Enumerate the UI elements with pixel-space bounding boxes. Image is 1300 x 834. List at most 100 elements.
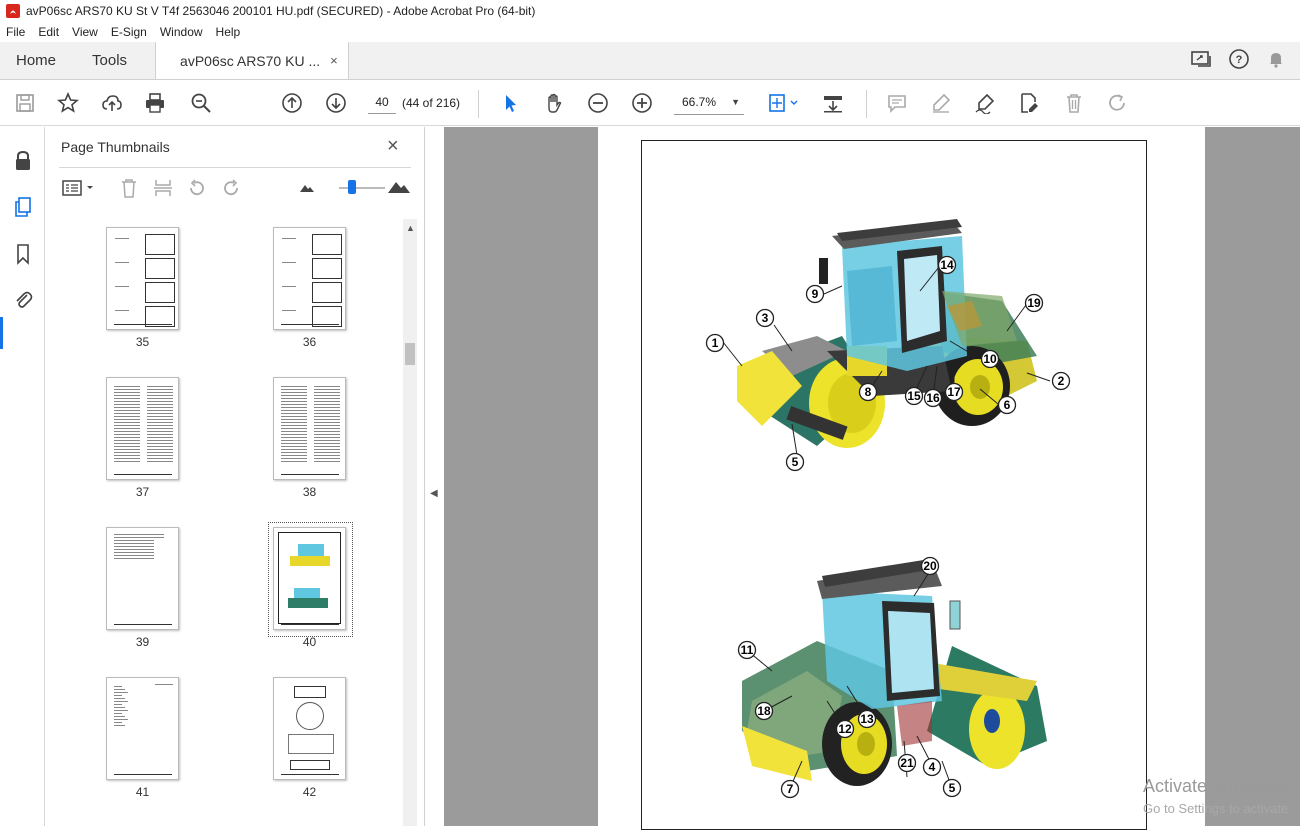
thumbnail-page-number: 36 — [302, 335, 317, 349]
edit-document-icon[interactable] — [1016, 90, 1042, 116]
page-thumbnail[interactable] — [106, 227, 179, 330]
sign-pen-icon[interactable] — [972, 90, 998, 116]
redo-icon[interactable] — [1104, 90, 1130, 116]
main-toolbar — [0, 80, 1300, 126]
notifications-bell-icon[interactable] — [1266, 49, 1286, 72]
callout-number: 3 — [762, 311, 769, 325]
callout-number: 21 — [900, 756, 914, 770]
comment-icon[interactable] — [884, 90, 910, 116]
scrollbar-thumb[interactable] — [405, 343, 415, 365]
large-thumbnails-icon[interactable] — [387, 178, 411, 197]
thumbnail-tools — [59, 167, 411, 207]
save-icon[interactable] — [12, 90, 38, 116]
callout-number: 17 — [947, 385, 961, 399]
next-page-icon[interactable] — [323, 90, 349, 116]
scroll-mode-icon[interactable] — [820, 90, 846, 116]
rail-active-indicator — [0, 317, 3, 349]
zoom-in-icon[interactable] — [629, 90, 655, 116]
previous-page-icon[interactable] — [279, 90, 305, 116]
menu-esign[interactable]: E-Sign — [111, 25, 147, 39]
tab-home[interactable]: Home — [0, 42, 70, 79]
delete-page-icon[interactable] — [119, 178, 139, 201]
page-thumbnail[interactable] — [106, 527, 179, 630]
page-thumbnail[interactable] — [273, 377, 346, 480]
thumbnail-page-number: 40 — [302, 635, 317, 649]
zoom-level-select[interactable]: 66.7% ▼ — [674, 90, 744, 115]
delete-icon[interactable] — [1061, 90, 1087, 116]
page-thumbnail[interactable] — [106, 677, 179, 780]
chevron-down-icon: ▼ — [731, 97, 740, 107]
callout-number: 13 — [860, 712, 874, 726]
scroll-up-arrow-icon[interactable]: ▲ — [406, 223, 415, 233]
page-thumbnail[interactable] — [273, 677, 346, 780]
thumbnails-scrollbar[interactable] — [403, 219, 417, 826]
tab-document-label: avP06sc ARS70 KU ... — [180, 52, 321, 69]
close-tab-icon[interactable]: × — [330, 53, 338, 68]
toolbar-divider — [866, 90, 867, 118]
menu-file[interactable]: File — [6, 25, 25, 39]
thumbnail-options-menu-icon[interactable] — [61, 178, 97, 201]
thumbnail-size-slider-handle[interactable] — [348, 180, 356, 194]
thumbnail-page-number: 39 — [135, 635, 150, 649]
roller-illustration: 1235689101415 16 1719457111213182021 — [705, 219, 1071, 799]
select-cursor-icon[interactable] — [497, 90, 523, 116]
small-thumbnails-icon[interactable] — [299, 181, 315, 196]
page-thumbnails-icon[interactable] — [11, 195, 35, 219]
callout-number: 20 — [923, 559, 937, 573]
rotate-counterclockwise-icon[interactable] — [187, 178, 207, 201]
page-thumbnail[interactable] — [273, 227, 346, 330]
fit-page-icon[interactable] — [764, 90, 804, 116]
acrobat-logo-icon — [6, 4, 20, 18]
thumbnail-page-number: 35 — [135, 335, 150, 349]
bookmarks-icon[interactable] — [11, 242, 35, 266]
callout-number: 4 — [929, 760, 936, 774]
page-thumbnails-panel: Page Thumbnails × ▲ 35 36 37 38 39 40 41 42 — [45, 127, 425, 826]
tab-bar: Home Tools avP06sc ARS70 KU ... × ? — [0, 42, 1300, 80]
highlight-pen-icon[interactable] — [928, 90, 954, 116]
page-number-input[interactable]: 40 — [368, 90, 396, 114]
panel-title: Page Thumbnails — [61, 139, 170, 155]
callout-number: 6 — [1004, 398, 1011, 412]
rotate-clockwise-icon[interactable] — [221, 178, 241, 201]
toolbar-divider — [478, 90, 479, 118]
share-screen-icon[interactable] — [1190, 48, 1212, 73]
menu-window[interactable]: Window — [160, 25, 203, 39]
callout-number: 18 — [757, 704, 771, 718]
print-icon[interactable] — [142, 90, 168, 116]
callout-number: 5 — [792, 455, 799, 469]
attachments-paperclip-icon[interactable] — [11, 287, 35, 311]
thumbnail-size-slider-track[interactable] — [339, 187, 385, 189]
page-thumbnail[interactable] — [106, 377, 179, 480]
callout-number: 5 — [949, 781, 956, 795]
svg-text:?: ? — [1236, 54, 1243, 66]
roller-top-view — [722, 219, 1051, 456]
bookmark-star-icon[interactable] — [55, 90, 81, 116]
callout-number: 12 — [838, 722, 852, 736]
callout-number: 8 — [865, 385, 872, 399]
collapse-panel-arrow-icon[interactable]: ◀ — [430, 488, 438, 499]
thumbnail-page-number: 38 — [302, 485, 317, 499]
windows-activation-watermark: Activate Windows — [1143, 776, 1286, 796]
help-icon[interactable]: ? — [1228, 48, 1250, 73]
menu-view[interactable]: View — [72, 25, 98, 39]
zoom-search-icon[interactable] — [188, 90, 214, 116]
callout-number: 14 — [940, 258, 954, 272]
tab-document[interactable]: avP06sc ARS70 KU ... × — [155, 42, 349, 79]
hand-tool-icon[interactable] — [541, 90, 567, 116]
thumbnail-page-number: 37 — [135, 485, 150, 499]
callout-number: 1 — [712, 336, 719, 350]
upload-cloud-icon[interactable] — [99, 90, 125, 116]
extract-page-icon[interactable] — [153, 178, 173, 201]
callout-number: 11 — [741, 643, 754, 657]
tab-tools[interactable]: Tools — [70, 42, 141, 79]
zoom-out-icon[interactable] — [585, 90, 611, 116]
close-panel-icon[interactable]: × — [387, 135, 399, 158]
tab-home-label: Home — [16, 52, 57, 69]
roller-bottom-view — [742, 559, 1047, 789]
menu-edit[interactable]: Edit — [38, 25, 59, 39]
lock-icon[interactable] — [11, 149, 35, 173]
page-count: (44 of 216) — [402, 96, 461, 110]
callout-number: 2 — [1058, 374, 1065, 388]
page-content-frame: 1 2 3 5 6 8 9 10 14 15 16 17 19 4 5 7 11 12 13 18 20 21 — [641, 140, 1147, 830]
menu-help[interactable]: Help — [216, 25, 241, 39]
